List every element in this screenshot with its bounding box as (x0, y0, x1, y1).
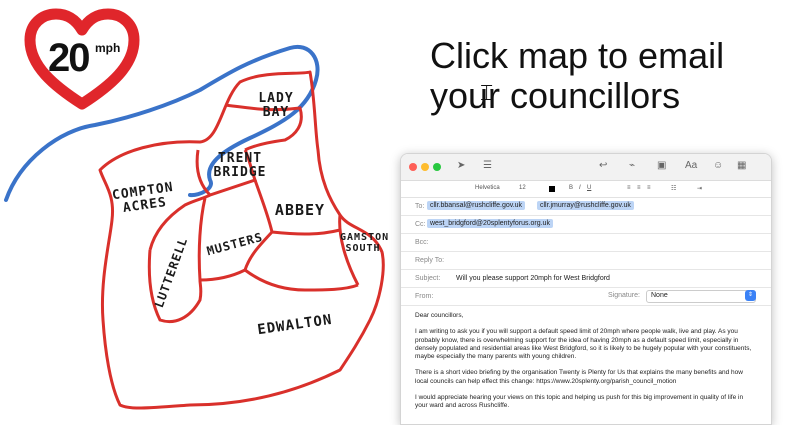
reply-to-field[interactable]: Reply To: (401, 252, 771, 270)
font-select[interactable]: Helvetica (475, 185, 500, 191)
bold-icon[interactable]: B (569, 185, 573, 191)
from-field[interactable]: From: Signature: None ⇕ (401, 288, 771, 306)
signature-value: None (651, 292, 668, 299)
to-label: To: (415, 203, 425, 210)
to-field[interactable]: To: cllr.bbansal@rushcliffe.gov.uk cllr.… (401, 198, 771, 216)
body-paragraph: I am writing to ask you if you will supp… (415, 328, 752, 361)
signature-select[interactable]: None ⇕ (646, 290, 756, 303)
body-paragraph: I would appreciate hearing your views on… (415, 394, 744, 410)
to-recipient-2[interactable]: cllr.jmurray@rushcliffe.gov.uk (537, 201, 634, 210)
to-recipient-1[interactable]: cllr.bbansal@rushcliffe.gov.uk (427, 201, 526, 210)
subject-label: Subject: (415, 275, 441, 282)
minimize-window-icon[interactable] (421, 163, 429, 171)
attach-icon[interactable]: ⌁ (629, 160, 635, 171)
badge-unit: mph (95, 41, 121, 55)
emoji-icon[interactable]: ☺ (713, 160, 723, 171)
align-center-icon[interactable]: ≡ (637, 185, 641, 191)
bcc-label: Bcc: (415, 239, 429, 246)
list-icon[interactable]: ☷ (671, 185, 676, 192)
text-color-swatch[interactable] (549, 186, 555, 192)
font-size-select[interactable]: 12 (519, 185, 526, 191)
subject-value[interactable]: Will you please support 20mph for West B… (456, 275, 610, 282)
email-compose-window[interactable]: ➤ ☰ ↩ ⌁ ▣ Aa ☺ ▦ Helvetica 12 B I U ≡ ≡ … (400, 153, 772, 425)
cc-label: Cc: (415, 221, 426, 228)
indent-icon[interactable]: ⇥ (697, 185, 702, 192)
subject-field[interactable]: Subject: Will you please support 20mph f… (401, 270, 771, 288)
body-paragraph: There is a short video briefing by the o… (415, 369, 743, 385)
area-label-abbey[interactable]: ABBEY (270, 202, 330, 219)
align-right-icon[interactable]: ≡ (647, 185, 651, 191)
italic-icon[interactable]: I (579, 185, 581, 191)
align-left-icon[interactable]: ≡ (627, 185, 631, 191)
badge-speed: 20 (48, 36, 90, 80)
header-fields-icon[interactable]: ☰ (483, 160, 492, 171)
bcc-field[interactable]: Bcc: (401, 234, 771, 252)
underline-icon[interactable]: U (587, 185, 591, 191)
format-aa-icon[interactable]: Aa (685, 160, 697, 171)
reply-to-label: Reply To: (415, 257, 445, 264)
area-label-gamston-south[interactable]: GAMSTON SOUTH (340, 232, 388, 254)
compose-toolbar: ➤ ☰ ↩ ⌁ ▣ Aa ☺ ▦ (401, 154, 771, 181)
close-window-icon[interactable] (409, 163, 417, 171)
zoom-window-icon[interactable] (433, 163, 441, 171)
cc-recipient-1[interactable]: west_bridgford@20splentyforus.org.uk (427, 219, 553, 228)
chevron-updown-icon: ⇕ (745, 290, 756, 301)
photo-browser-icon[interactable]: ▦ (737, 160, 746, 171)
format-bar: Helvetica 12 B I U ≡ ≡ ≡ ☷ ⇥ (401, 181, 771, 198)
reply-icon[interactable]: ↩ (599, 160, 607, 171)
body-paragraph: Dear councillors, (415, 312, 464, 319)
boundary-edwalton (244, 268, 359, 292)
cc-field[interactable]: Cc: west_bridgford@20splentyforus.org.uk (401, 216, 771, 234)
from-label: From: (415, 293, 434, 300)
send-icon[interactable]: ➤ (457, 160, 465, 171)
area-label-lady-bay[interactable]: LADY BAY (246, 91, 306, 121)
area-label-trent-bridge[interactable]: TRENT BRIDGE (205, 151, 275, 181)
browser-icon[interactable]: ▣ (657, 160, 666, 171)
signature-label: Signature: (608, 292, 640, 299)
email-body[interactable]: Dear councillors, I am writing to ask yo… (401, 306, 771, 411)
text-cursor-icon: ⌶ (480, 80, 494, 105)
headline-line-1: Click map to email (430, 35, 725, 76)
